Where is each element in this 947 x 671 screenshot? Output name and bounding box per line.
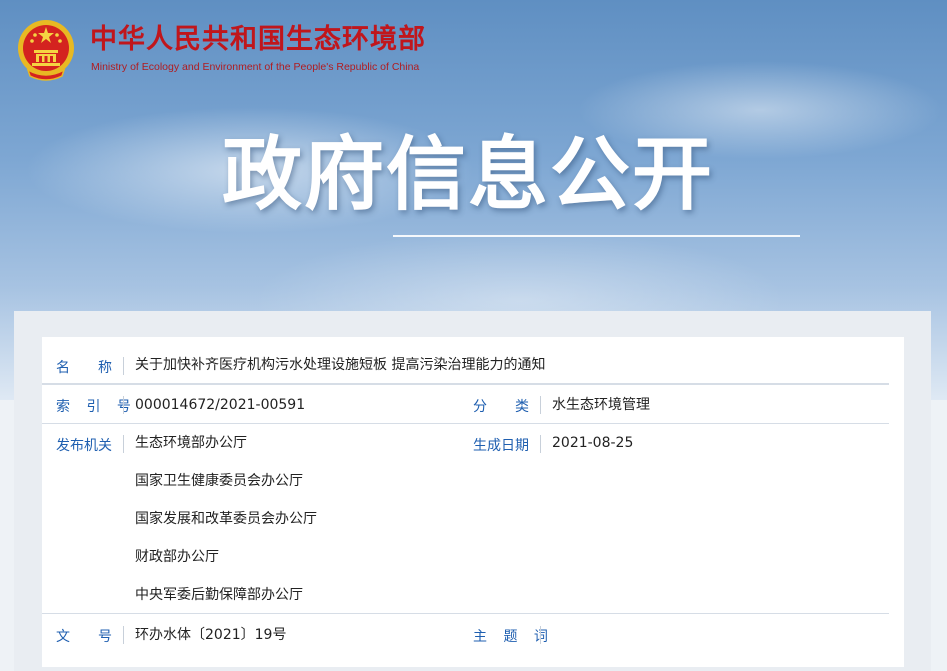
category-separator xyxy=(540,396,541,414)
keywords-label: 主 题 词 xyxy=(473,629,554,645)
issuer-value-4: 财政部办公厅 xyxy=(135,549,219,565)
site-name-cn[interactable]: 中华人民共和国生态环境部 xyxy=(90,24,426,56)
name-label: 名 称 xyxy=(56,360,112,376)
category-label: 分 类 xyxy=(473,399,529,415)
keywords-separator xyxy=(540,626,541,644)
info-row-name-divider xyxy=(42,384,889,385)
issuer-value-5: 中央军委后勤保障部办公厅 xyxy=(135,587,303,603)
index-label: 索 引 号 xyxy=(56,399,137,415)
site-name-en: Ministry of Ecology and Environment of t… xyxy=(91,61,420,73)
info-row-issuer-divider xyxy=(42,613,889,614)
info-row-index-divider xyxy=(42,423,889,424)
issuer-value-3: 国家发展和改革委员会办公厅 xyxy=(135,511,317,527)
name-separator xyxy=(123,357,124,375)
banner-title: 政府信息公开 xyxy=(222,128,714,221)
issuer-label: 发布机关 xyxy=(56,438,112,454)
date-label: 生成日期 xyxy=(473,438,529,454)
name-value: 关于加快补齐医疗机构污水处理设施短板 提高污染治理能力的通知 xyxy=(135,357,546,373)
date-separator xyxy=(540,435,541,453)
index-separator xyxy=(123,396,124,414)
national-emblem-icon xyxy=(18,20,74,81)
doc-no-separator xyxy=(123,626,124,644)
issuer-value-2: 国家卫生健康委员会办公厅 xyxy=(135,473,303,489)
doc-no-value: 环办水体〔2021〕19号 xyxy=(135,627,287,643)
index-value: 000014672/2021-00591 xyxy=(135,397,306,413)
doc-no-label: 文 号 xyxy=(56,629,112,645)
issuer-separator xyxy=(123,435,124,453)
date-value: 2021-08-25 xyxy=(552,435,634,451)
issuer-value-1: 生态环境部办公厅 xyxy=(135,435,247,451)
banner-divider xyxy=(393,235,800,237)
document-info-card xyxy=(42,337,904,667)
category-value: 水生态环境管理 xyxy=(552,397,650,413)
